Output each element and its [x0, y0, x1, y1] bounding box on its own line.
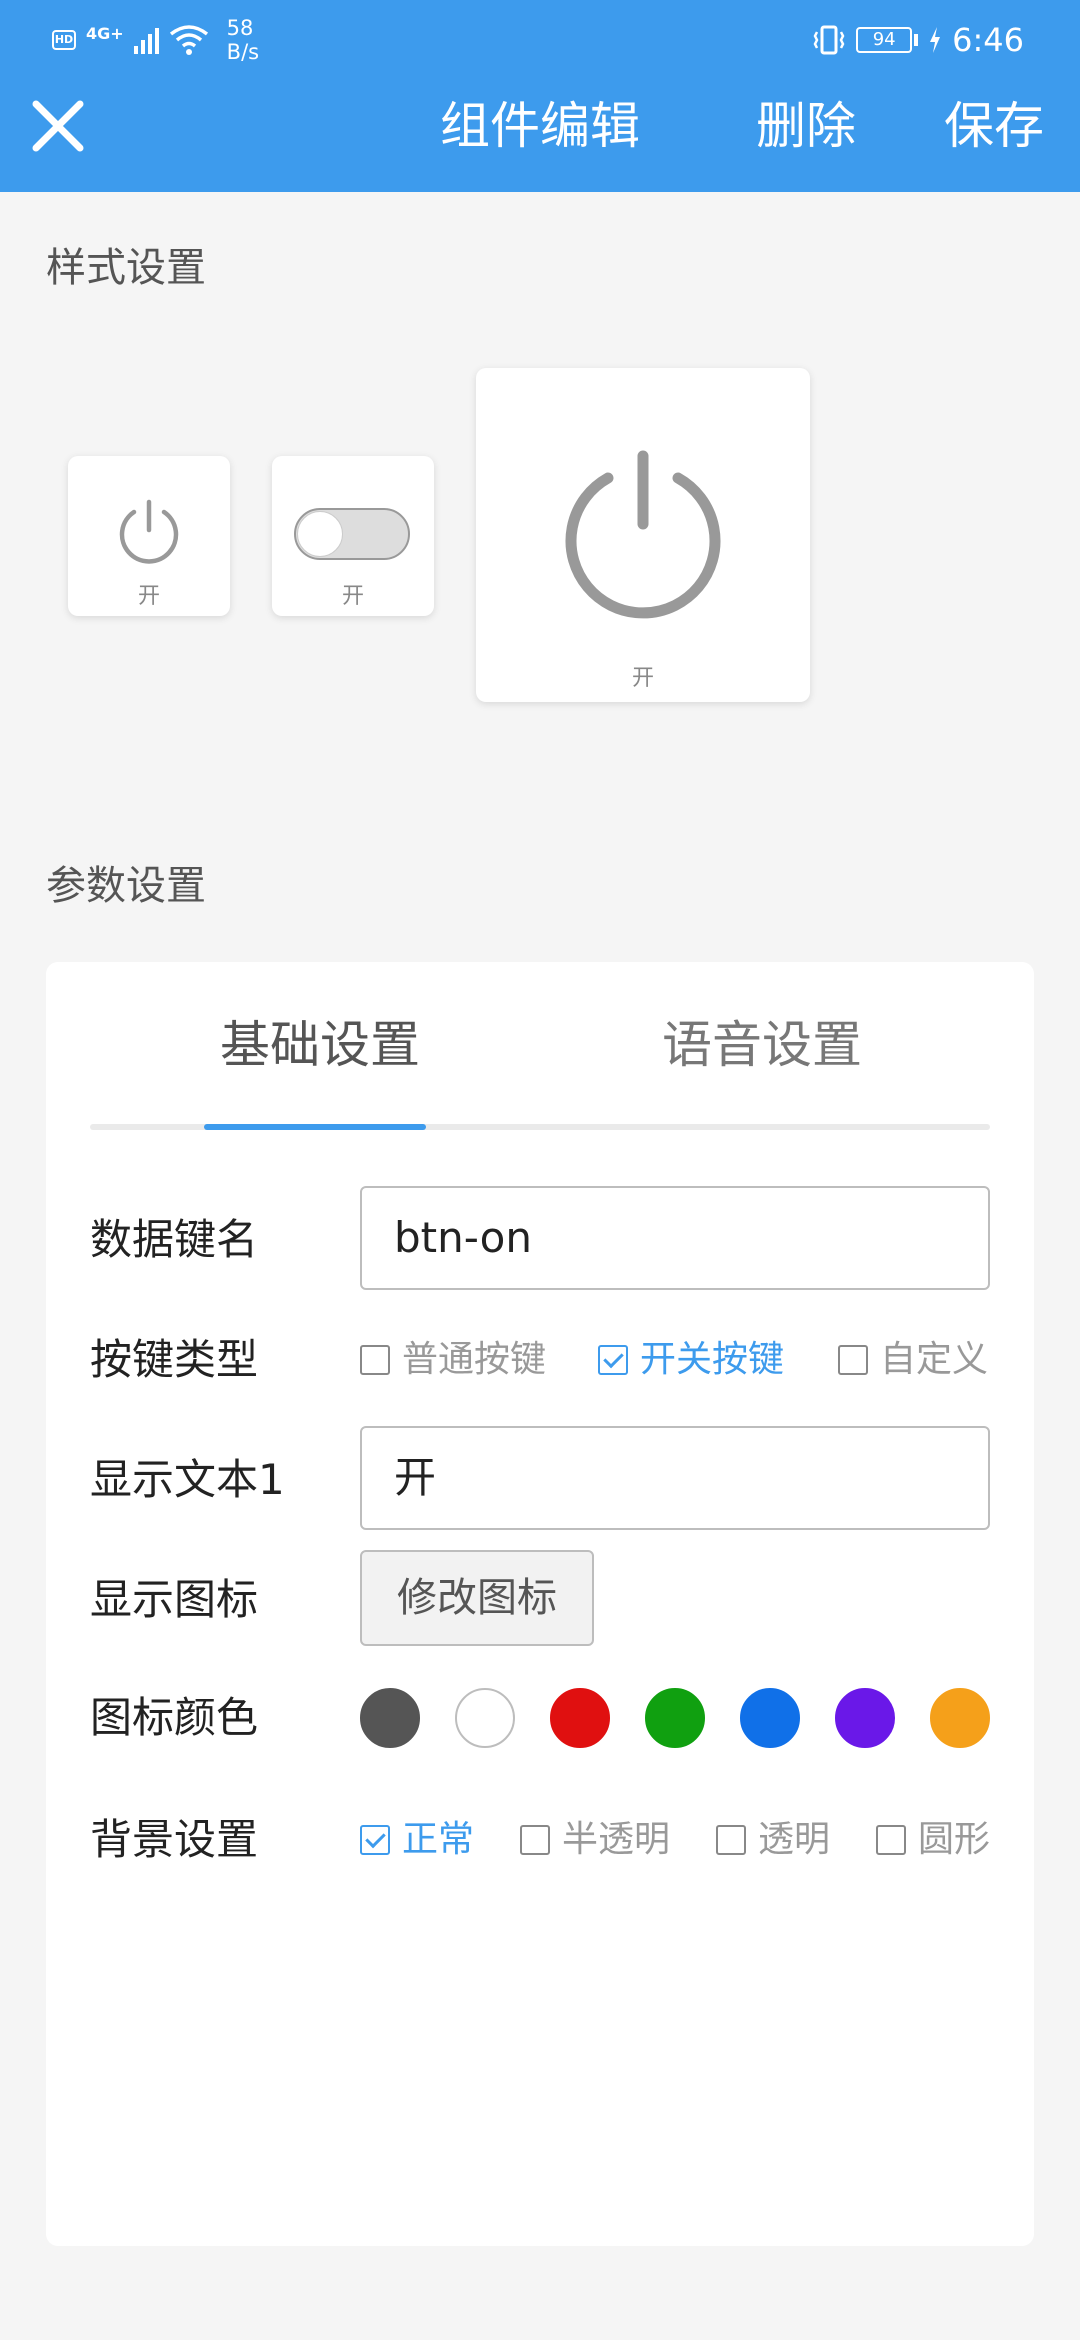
option-label: 圆形 [918, 1819, 991, 1860]
signal-icon [133, 26, 159, 54]
option-label: 自定义 [880, 1339, 989, 1380]
background-option-transparent[interactable]: 透明 [716, 1816, 830, 1864]
checkbox[interactable] [360, 1345, 390, 1375]
save-button[interactable]: 保存 [944, 94, 1044, 158]
style-card-power-small[interactable]: 开 [68, 456, 230, 616]
power-icon [565, 450, 721, 619]
style-card-toggle[interactable]: 开 [272, 456, 434, 616]
params-section-title: 参数设置 [46, 863, 206, 909]
speed-unit: B/s [226, 40, 260, 64]
option-label: 半透明 [562, 1819, 671, 1860]
hd-badge: HD [52, 30, 76, 50]
key-type-option-custom[interactable]: 自定义 [838, 1336, 988, 1384]
vibrate-icon [813, 25, 845, 55]
background-label: 背景设置 [90, 1815, 259, 1864]
status-time: 6:46 [952, 21, 1024, 59]
status-bar-right: 94 6:46 [812, 16, 1024, 64]
color-swatch-purple[interactable] [835, 1688, 895, 1748]
color-swatch-blue[interactable] [740, 1688, 800, 1748]
background-option-translucent[interactable]: 半透明 [520, 1816, 670, 1864]
option-label: 开关按键 [640, 1339, 785, 1380]
option-label: 透明 [758, 1819, 831, 1860]
icon-color-label: 图标颜色 [90, 1693, 259, 1742]
power-icon [119, 499, 179, 564]
checkbox[interactable] [838, 1345, 868, 1375]
checkbox[interactable] [520, 1825, 550, 1855]
checkbox[interactable] [716, 1825, 746, 1855]
color-swatch-orange[interactable] [930, 1688, 990, 1748]
app-header: HD 4G+ 58 B/s 94 6:46 组件编辑 删除 保存 [0, 0, 1080, 192]
wifi-icon [169, 25, 208, 55]
color-swatch-green[interactable] [645, 1688, 705, 1748]
network-speed: 58 B/s [227, 16, 259, 64]
style-card-label: 开 [341, 584, 364, 609]
color-swatch-dark-gray[interactable] [360, 1688, 420, 1748]
option-label: 普通按键 [402, 1339, 547, 1380]
battery-level: 94 [856, 27, 913, 53]
checkbox-checked[interactable] [360, 1825, 390, 1855]
background-option-normal[interactable]: 正常 [360, 1816, 474, 1864]
color-swatch-white[interactable] [455, 1688, 515, 1748]
close-icon[interactable] [28, 96, 88, 156]
checkbox[interactable] [876, 1825, 906, 1855]
tab-basic-settings[interactable]: 基础设置 [170, 1010, 470, 1080]
key-type-option-switch[interactable]: 开关按键 [598, 1336, 784, 1384]
key-type-option-normal[interactable]: 普通按键 [360, 1336, 546, 1384]
page-title: 组件编辑 [440, 97, 640, 155]
network-type: 4G+ [86, 23, 124, 43]
checkbox-checked[interactable] [598, 1345, 628, 1375]
toggle-switch-icon [294, 508, 410, 560]
delete-button[interactable]: 删除 [756, 94, 856, 158]
tab-voice-settings[interactable]: 语音设置 [612, 1010, 912, 1080]
display-text-label: 显示文本1 [90, 1455, 285, 1504]
charging-icon [930, 27, 941, 53]
tab-active-indicator [204, 1124, 426, 1130]
display-icon-label: 显示图标 [90, 1575, 259, 1624]
speed-value: 58 [226, 16, 254, 40]
battery-icon: 94 [856, 27, 919, 53]
style-card-label: 开 [137, 584, 160, 609]
data-key-label: 数据键名 [90, 1215, 259, 1264]
status-bar-left: HD 4G+ 58 B/s [52, 16, 259, 64]
style-card-power-large[interactable]: 开 [476, 368, 810, 702]
style-section-title: 样式设置 [46, 245, 206, 291]
data-key-input[interactable]: btn-on [360, 1186, 990, 1290]
color-swatch-red[interactable] [550, 1688, 610, 1748]
style-card-label: 开 [631, 666, 654, 691]
key-type-label: 按键类型 [90, 1335, 259, 1384]
display-text-input[interactable]: 开 [360, 1426, 990, 1530]
background-option-circle[interactable]: 圆形 [876, 1816, 990, 1864]
change-icon-button[interactable]: 修改图标 [360, 1550, 594, 1646]
option-label: 正常 [402, 1819, 475, 1860]
